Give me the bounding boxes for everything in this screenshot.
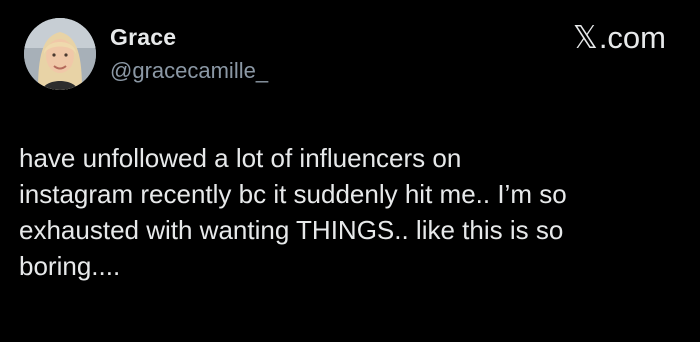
x-logo-icon: 𝕏	[572, 20, 598, 55]
tweet-text-line: instagram recently bc it suddenly hit me…	[19, 179, 567, 209]
x-brand-logo: 𝕏 .com	[573, 20, 666, 56]
user-avatar-icon	[24, 18, 96, 90]
tweet-card: Grace @gracecamille_ 𝕏 .com have unfollow…	[0, 0, 700, 342]
tweet-text-line: exhausted with wanting THINGS.. like thi…	[19, 215, 564, 245]
tweet-text-line: have unfollowed a lot of influencers on	[19, 143, 462, 173]
tweet-text: have unfollowed a lot of influencers on …	[19, 140, 679, 284]
author-handle[interactable]: @gracecamille_	[110, 58, 268, 84]
tweet-text-line: boring....	[19, 251, 121, 281]
author-display-name[interactable]: Grace	[110, 24, 176, 51]
brand-domain-suffix: .com	[598, 20, 666, 55]
avatar[interactable]	[24, 18, 96, 90]
